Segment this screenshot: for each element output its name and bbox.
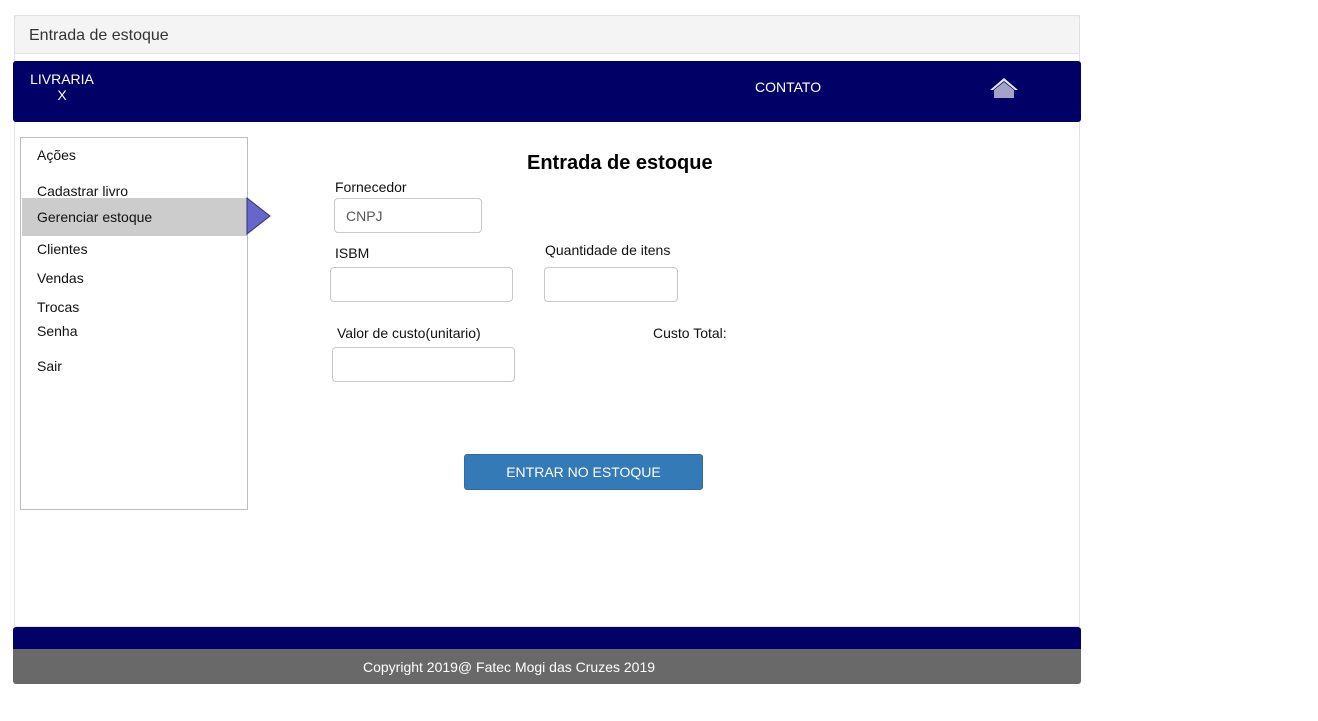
isbm-input[interactable] [330, 267, 513, 302]
page-title: Entrada de estoque [527, 152, 713, 174]
isbm-label: ISBM [335, 245, 370, 261]
active-pointer-icon [246, 196, 272, 236]
custo-total-label: Custo Total: [653, 325, 727, 341]
home-icon[interactable] [989, 77, 1019, 99]
copyright-text: Copyright 2019@ Fatec Mogi das Cruzes 20… [362, 659, 656, 675]
window-titlebar: Entrada de estoque [14, 15, 1080, 54]
quantidade-label: Quantidade de itens [545, 242, 671, 258]
brand-line-2: X [57, 87, 67, 103]
fornecedor-cnpj-input[interactable] [334, 198, 482, 233]
brand-line-1: LIVRARIA [30, 71, 94, 87]
sidebar-item-vendas[interactable]: Vendas [21, 270, 247, 286]
sidebar-item-sair[interactable]: Sair [21, 358, 247, 374]
window-title: Entrada de estoque [29, 27, 169, 44]
footer: Copyright 2019@ Fatec Mogi das Cruzes 20… [13, 649, 1081, 684]
sidebar-item-clientes[interactable]: Clientes [21, 241, 247, 257]
fornecedor-label: Fornecedor [335, 179, 407, 195]
top-navbar: LIVRARIA X CONTATO [13, 61, 1081, 122]
valor-custo-label: Valor de custo(unitario) [337, 325, 481, 341]
footer-band [13, 627, 1081, 651]
actions-sidebar: Ações Cadastrar livro Gerenciar estoque … [20, 137, 248, 510]
sidebar-item-trocas[interactable]: Trocas [21, 299, 247, 315]
quantidade-input[interactable] [544, 267, 678, 302]
brand-logo[interactable]: LIVRARIA X [27, 71, 97, 103]
valor-custo-input[interactable] [332, 347, 515, 382]
contact-link[interactable]: CONTATO [755, 79, 821, 95]
sidebar-item-cadastrar-livro[interactable]: Cadastrar livro [21, 183, 247, 199]
sidebar-item-gerenciar-estoque[interactable]: Gerenciar estoque [22, 198, 247, 236]
sidebar-heading: Ações [37, 147, 76, 163]
sidebar-item-senha[interactable]: Senha [21, 323, 247, 339]
entrar-no-estoque-button[interactable]: ENTRAR NO ESTOQUE [464, 454, 703, 490]
